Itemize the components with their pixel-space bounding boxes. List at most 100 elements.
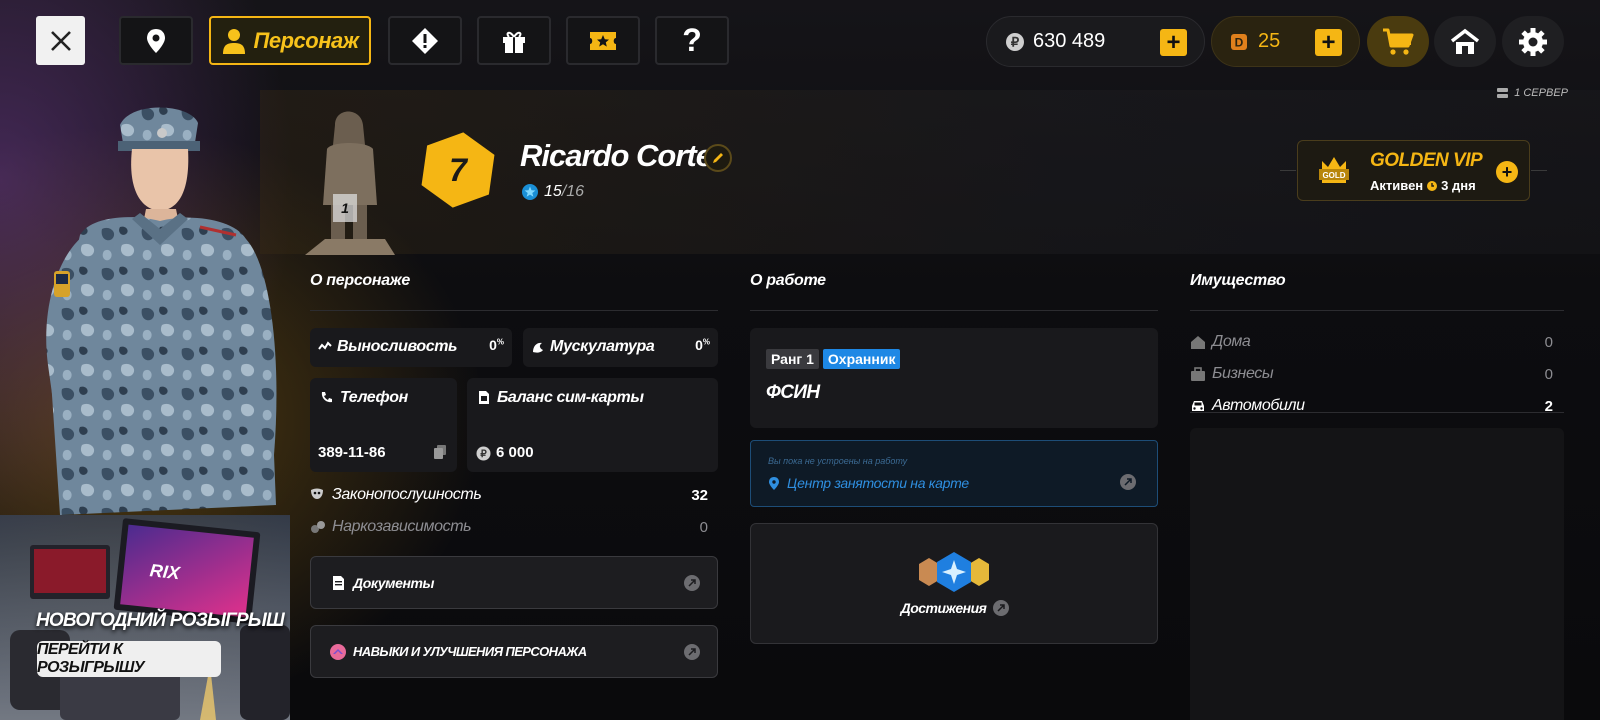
close-button[interactable] bbox=[36, 16, 85, 65]
divider bbox=[1280, 170, 1296, 171]
svg-text:GOLD: GOLD bbox=[1322, 171, 1345, 180]
stamina-icon bbox=[318, 341, 332, 350]
map-pin-icon bbox=[147, 28, 165, 53]
property-section-title: Имущество bbox=[1190, 272, 1286, 289]
lawfulness-label: Законопослушность bbox=[332, 486, 482, 503]
houses-label: Дома bbox=[1212, 333, 1251, 350]
position-tag: Охранник bbox=[822, 349, 901, 369]
reputation-star-icon bbox=[522, 184, 538, 200]
car-icon bbox=[1192, 401, 1204, 411]
business-value: 0 bbox=[1544, 365, 1553, 383]
pills-icon bbox=[311, 521, 325, 533]
map-pin-icon bbox=[769, 477, 779, 490]
svg-text:₽: ₽ bbox=[480, 449, 487, 460]
nav-alerts-button[interactable] bbox=[388, 16, 462, 65]
nav-battlepass-button[interactable] bbox=[566, 16, 640, 65]
nav-help-button[interactable]: ? bbox=[655, 16, 729, 65]
level-value: 7 bbox=[449, 151, 467, 188]
clock-icon bbox=[1427, 180, 1438, 191]
lawfulness-row: Законопослушность 32 bbox=[310, 486, 708, 504]
muscle-value: 0% bbox=[695, 337, 710, 353]
edit-name-button[interactable] bbox=[704, 144, 732, 172]
work-section-title: О работе bbox=[750, 272, 826, 289]
stamina-label: Выносливость bbox=[337, 338, 458, 355]
skills-button[interactable]: НАВЫКИ И УЛУЧШЕНИЯ ПЕРСОНАЖА bbox=[310, 625, 718, 678]
warning-diamond-icon bbox=[412, 27, 438, 54]
vip-card[interactable]: GOLD GOLDEN VIP Активен 3 дня + bbox=[1297, 140, 1530, 201]
achievements-button[interactable]: Достижения bbox=[750, 523, 1158, 644]
divider bbox=[750, 310, 1158, 311]
property-list-panel bbox=[1190, 428, 1564, 720]
stamina-stat: Выносливость 0% bbox=[310, 328, 512, 367]
sim-balance-label: Баланс сим-карты bbox=[497, 389, 644, 406]
about-section-title: О персонаже bbox=[310, 272, 410, 289]
ruble-coin-icon: ₽ bbox=[1006, 33, 1024, 51]
divider bbox=[1190, 310, 1564, 311]
shop-button[interactable] bbox=[1367, 16, 1429, 67]
muscle-stat: Мускулатура 0% bbox=[523, 328, 718, 367]
go-to-giveaway-button[interactable]: ПЕРЕЙТИ К РОЗЫГРЫШУ bbox=[37, 641, 221, 677]
character-name: Ricardo Cortez bbox=[520, 138, 727, 173]
muscle-label: Мускулатура bbox=[550, 338, 655, 355]
achievements-label: Достижения bbox=[900, 600, 987, 616]
document-icon bbox=[333, 575, 344, 590]
mask-icon bbox=[311, 488, 323, 499]
lawfulness-value: 32 bbox=[691, 486, 708, 504]
svg-text:₽: ₽ bbox=[1011, 35, 1020, 50]
employment-link-label: Центр занятости на карте bbox=[787, 475, 969, 491]
tab-character[interactable]: Персонаж bbox=[209, 16, 371, 65]
arrow-out-icon bbox=[684, 644, 700, 660]
pencil-icon bbox=[713, 153, 723, 163]
rank-tag: Ранг 1 bbox=[766, 349, 819, 369]
settings-button[interactable] bbox=[1502, 16, 1564, 67]
server-indicator: 1 СЕРВЕР bbox=[1497, 87, 1568, 99]
skills-icon bbox=[330, 643, 346, 660]
add-donate-button[interactable]: + bbox=[1315, 29, 1342, 56]
statue-rank-badge: 1 bbox=[333, 194, 357, 222]
skills-label: НАВЫКИ И УЛУЧШЕНИЯ ПЕРСОНАЖА bbox=[353, 644, 587, 659]
arrow-out-icon bbox=[1120, 474, 1136, 490]
reputation-value: 15 bbox=[544, 183, 562, 200]
house-icon bbox=[1191, 336, 1205, 349]
divider bbox=[1190, 412, 1564, 413]
organization-name: ФСИН bbox=[766, 382, 820, 403]
employment-center-link[interactable]: Вы пока не устроены на работу Центр заня… bbox=[750, 440, 1158, 507]
phone-icon bbox=[321, 392, 332, 403]
drug-addiction-value: 0 bbox=[699, 518, 708, 536]
gear-icon bbox=[1519, 27, 1547, 56]
sim-balance-value: 6 000 bbox=[496, 444, 534, 461]
vip-days: 3 дня bbox=[1441, 178, 1476, 193]
business-row[interactable]: Бизнесы 0 bbox=[1190, 365, 1553, 383]
add-money-button[interactable]: + bbox=[1160, 29, 1187, 56]
drug-addiction-row: Наркозависимость 0 bbox=[310, 518, 708, 536]
home-button[interactable] bbox=[1434, 16, 1496, 67]
money-value: 630 489 bbox=[1033, 30, 1106, 52]
giveaway-title: НОВОГОДНИЙ РОЗЫГРЫШ bbox=[36, 610, 285, 631]
houses-row[interactable]: Дома 0 bbox=[1190, 333, 1553, 351]
nav-gifts-button[interactable] bbox=[477, 16, 551, 65]
divider bbox=[1531, 170, 1547, 171]
phone-number: 389-11-86 bbox=[318, 444, 386, 461]
sim-balance-card: Баланс сим-карты ₽ 6 000 bbox=[467, 378, 718, 472]
rank-statue bbox=[305, 111, 395, 255]
cart-icon bbox=[1383, 28, 1414, 55]
nav-map-button[interactable] bbox=[119, 16, 193, 65]
svg-text:D: D bbox=[1235, 36, 1244, 50]
reputation: 15/16 bbox=[522, 183, 584, 201]
documents-button[interactable]: Документы bbox=[310, 556, 718, 609]
achievement-medals-icon bbox=[919, 552, 989, 592]
drug-addiction-label: Наркозависимость bbox=[332, 518, 472, 535]
question-icon: ? bbox=[682, 22, 702, 58]
documents-label: Документы bbox=[353, 574, 435, 591]
vip-status: Активен 3 дня bbox=[1370, 178, 1476, 193]
server-label: 1 СЕРВЕР bbox=[1514, 87, 1568, 99]
character-model bbox=[46, 107, 277, 515]
copy-icon[interactable] bbox=[434, 445, 446, 459]
donate-balance: D 25 + bbox=[1211, 16, 1360, 67]
unemployed-hint: Вы пока не устроены на работу bbox=[768, 456, 908, 466]
reputation-max: /16 bbox=[561, 183, 585, 200]
gift-icon bbox=[503, 31, 525, 53]
extend-vip-button[interactable]: + bbox=[1496, 161, 1518, 183]
divider bbox=[310, 310, 718, 311]
houses-value: 0 bbox=[1544, 333, 1553, 351]
